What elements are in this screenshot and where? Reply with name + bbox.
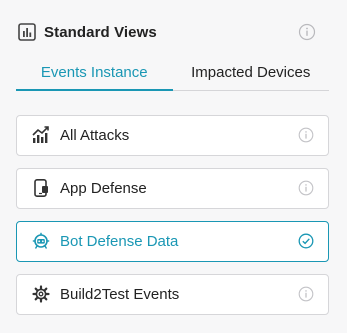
view-item-label: App Defense — [60, 180, 147, 197]
tab-impacted-devices[interactable]: Impacted Devices — [173, 58, 330, 90]
bar-chart-box-icon — [18, 23, 36, 41]
panel-header: Standard Views — [18, 20, 329, 44]
view-item-label: Bot Defense Data — [60, 233, 179, 250]
info-icon[interactable] — [298, 127, 314, 143]
view-item-build2test-events[interactable]: Build2Test Events — [16, 274, 329, 315]
attacks-chart-icon — [32, 126, 49, 143]
mobile-device-icon — [34, 179, 48, 197]
view-item-bot-defense-data[interactable]: Bot Defense Data — [16, 221, 329, 262]
gear-icon — [32, 285, 50, 303]
check-circle-icon — [298, 233, 314, 249]
info-icon[interactable] — [298, 286, 314, 302]
info-icon[interactable] — [298, 180, 314, 196]
view-item-app-defense[interactable]: App Defense — [16, 168, 329, 209]
bot-icon — [32, 232, 50, 249]
view-item-all-attacks[interactable]: All Attacks — [16, 115, 329, 156]
view-item-label: All Attacks — [60, 127, 130, 144]
tab-events-instance[interactable]: Events Instance — [16, 58, 173, 91]
panel-title: Standard Views — [44, 23, 157, 41]
view-tabs: Events Instance Impacted Devices — [16, 58, 329, 91]
info-icon[interactable] — [298, 23, 316, 41]
view-item-label: Build2Test Events — [60, 286, 180, 303]
